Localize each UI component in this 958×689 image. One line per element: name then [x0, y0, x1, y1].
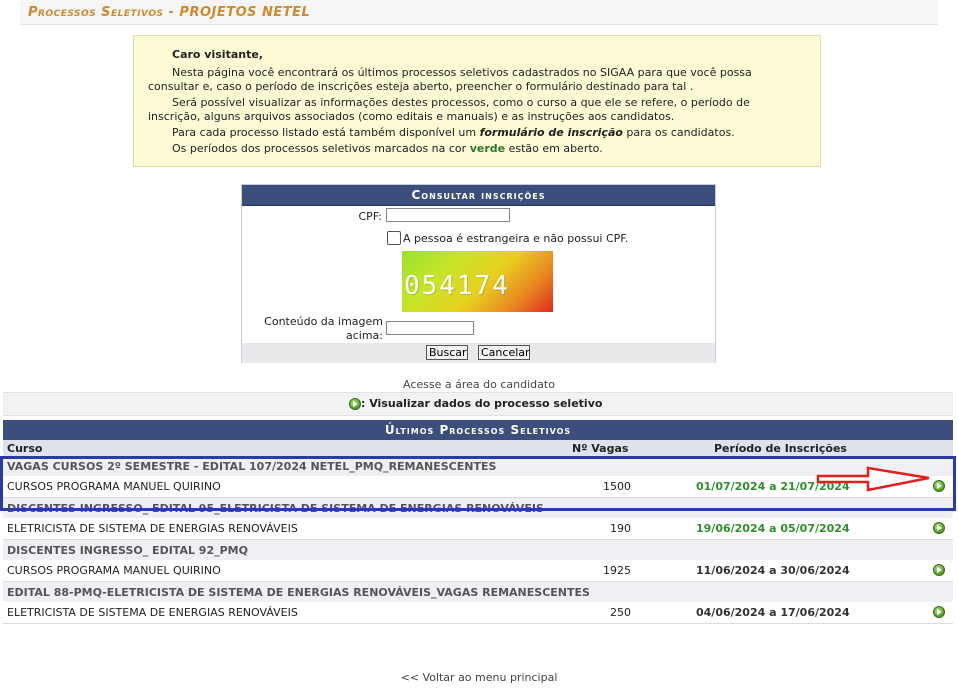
notice-line: Será possível visualizar as informações …	[172, 96, 750, 109]
notice-text: para os candidatos.	[622, 126, 735, 139]
process-title-row: DISCENTES INGRESSO_ EDITAL 92_PMQ	[3, 540, 953, 560]
notice-text: Os períodos dos processos seletivos marc…	[172, 142, 470, 155]
captcha-label: Conteúdo da imagem acima:	[252, 315, 383, 343]
process-group: DISCENTES INGRESSO_ EDITAL 95_ELETRICIST…	[3, 498, 953, 540]
course-name: ELETRICISTA DE SISTEMA DE ENERGIAS RENOV…	[7, 522, 298, 535]
notice-line: Para cada processo listado está também d…	[172, 126, 806, 140]
process-title: EDITAL 88-PMQ-ELETRICISTA DE SISTEMA DE …	[7, 586, 590, 599]
process-title: DISCENTES INGRESSO_ EDITAL 95_ELETRICIST…	[7, 502, 544, 515]
header-vacancies: Nº Vagas	[572, 442, 629, 455]
captcha-input[interactable]	[386, 321, 474, 335]
view-process-icon[interactable]	[933, 605, 945, 618]
vacancies: 190	[610, 522, 631, 535]
notice-line: Os períodos dos processos seletivos marc…	[172, 142, 806, 156]
notice-greeting: Caro visitante,	[172, 48, 263, 61]
process-group: VAGAS CURSOS 2º SEMESTRE - EDITAL 107/20…	[3, 456, 953, 498]
table-row: ELETRICISTA DE SISTEMA DE ENERGIAS RENOV…	[3, 602, 953, 623]
view-process-icon[interactable]	[933, 563, 945, 576]
captcha-label-line: acima:	[345, 329, 383, 342]
legend-label: : Visualizar dados do processo seletivo	[361, 397, 603, 410]
process-title: DISCENTES INGRESSO_ EDITAL 92_PMQ	[7, 544, 248, 557]
cpf-label: CPF:	[358, 210, 383, 223]
cancel-button[interactable]: Cancelar	[478, 345, 530, 360]
legend-bar: : Visualizar dados do processo seletivo	[3, 392, 953, 416]
vacancies: 250	[610, 606, 631, 619]
notice-emphasis: formulário de inscrição	[479, 126, 623, 139]
page-title: Processos Seletivos - PROJETOS NETEL	[28, 5, 311, 20]
view-process-icon	[349, 398, 361, 410]
process-group: DISCENTES INGRESSO_ EDITAL 92_PMQ CURSOS…	[3, 540, 953, 582]
page-header: Processos Seletivos - PROJETOS NETEL	[20, 0, 938, 25]
period: 04/06/2024 a 17/06/2024	[696, 606, 850, 619]
course-name: CURSOS PROGRAMA MANUEL QUIRINO	[7, 564, 221, 577]
view-process-icon[interactable]	[933, 479, 945, 492]
vacancies: 1500	[603, 480, 631, 493]
notice-green-word: verde	[469, 142, 506, 155]
course-name: ELETRICISTA DE SISTEMA DE ENERGIAS RENOV…	[7, 606, 298, 619]
process-title: VAGAS CURSOS 2º SEMESTRE - EDITAL 107/20…	[7, 460, 497, 473]
header-period: Período de Inscrições	[714, 442, 847, 455]
table-row: ELETRICISTA DE SISTEMA DE ENERGIAS RENOV…	[3, 518, 953, 539]
table-row: CURSOS PROGRAMA MANUEL QUIRINO 1925 11/0…	[3, 560, 953, 581]
table-caption: Últimos Processos Seletivos	[3, 420, 953, 440]
captcha-label-line: Conteúdo da imagem	[264, 315, 383, 328]
header-course: Curso	[7, 442, 43, 455]
process-title-row: VAGAS CURSOS 2º SEMESTRE - EDITAL 107/20…	[3, 456, 953, 476]
foreigner-checkbox-label: A pessoa é estrangeira e não possui CPF.	[403, 232, 629, 245]
table-header: Curso Nº Vagas Período de Inscrições	[3, 440, 953, 456]
captcha-text: 054174	[404, 271, 510, 301]
notice-line: Nesta página você encontrará os últimos …	[172, 66, 752, 79]
notice-text: Para cada processo listado está também d…	[172, 126, 480, 139]
visitor-notice: Caro visitante, Nesta página você encont…	[133, 35, 821, 167]
search-button[interactable]: Buscar	[426, 345, 468, 360]
candidate-area-link[interactable]: Acesse a área do candidato	[0, 378, 958, 391]
form-footer: Buscar Cancelar	[242, 343, 715, 363]
cpf-input[interactable]	[386, 208, 510, 222]
notice-text: estão em aberto.	[505, 142, 603, 155]
back-to-menu-link[interactable]: << Voltar ao menu principal	[0, 671, 958, 684]
foreigner-checkbox[interactable]	[387, 231, 401, 245]
process-group: EDITAL 88-PMQ-ELETRICISTA DE SISTEMA DE …	[3, 582, 953, 624]
processes-table: Últimos Processos Seletivos Curso Nº Vag…	[3, 420, 953, 624]
view-process-icon[interactable]	[933, 521, 945, 534]
period: 01/07/2024 a 21/07/2024	[696, 480, 850, 493]
process-title-row: EDITAL 88-PMQ-ELETRICISTA DE SISTEMA DE …	[3, 582, 953, 602]
legend: : Visualizar dados do processo seletivo	[349, 397, 602, 410]
process-title-row: DISCENTES INGRESSO_ EDITAL 95_ELETRICIST…	[3, 498, 953, 518]
notice-line: consultar e, caso o período de inscriçõe…	[148, 80, 694, 93]
notice-line: inscrição, alguns arquivos associados (c…	[148, 110, 675, 123]
period: 11/06/2024 a 30/06/2024	[696, 564, 850, 577]
form-caption: Consultar inscrições	[242, 185, 715, 206]
consult-form: Consultar inscrições CPF: A pessoa é est…	[241, 184, 716, 363]
vacancies: 1925	[603, 564, 631, 577]
course-name: CURSOS PROGRAMA MANUEL QUIRINO	[7, 480, 221, 493]
period: 19/06/2024 a 05/07/2024	[696, 522, 850, 535]
captcha-image: 054174	[402, 251, 553, 312]
table-row: CURSOS PROGRAMA MANUEL QUIRINO 1500 01/0…	[3, 476, 953, 497]
